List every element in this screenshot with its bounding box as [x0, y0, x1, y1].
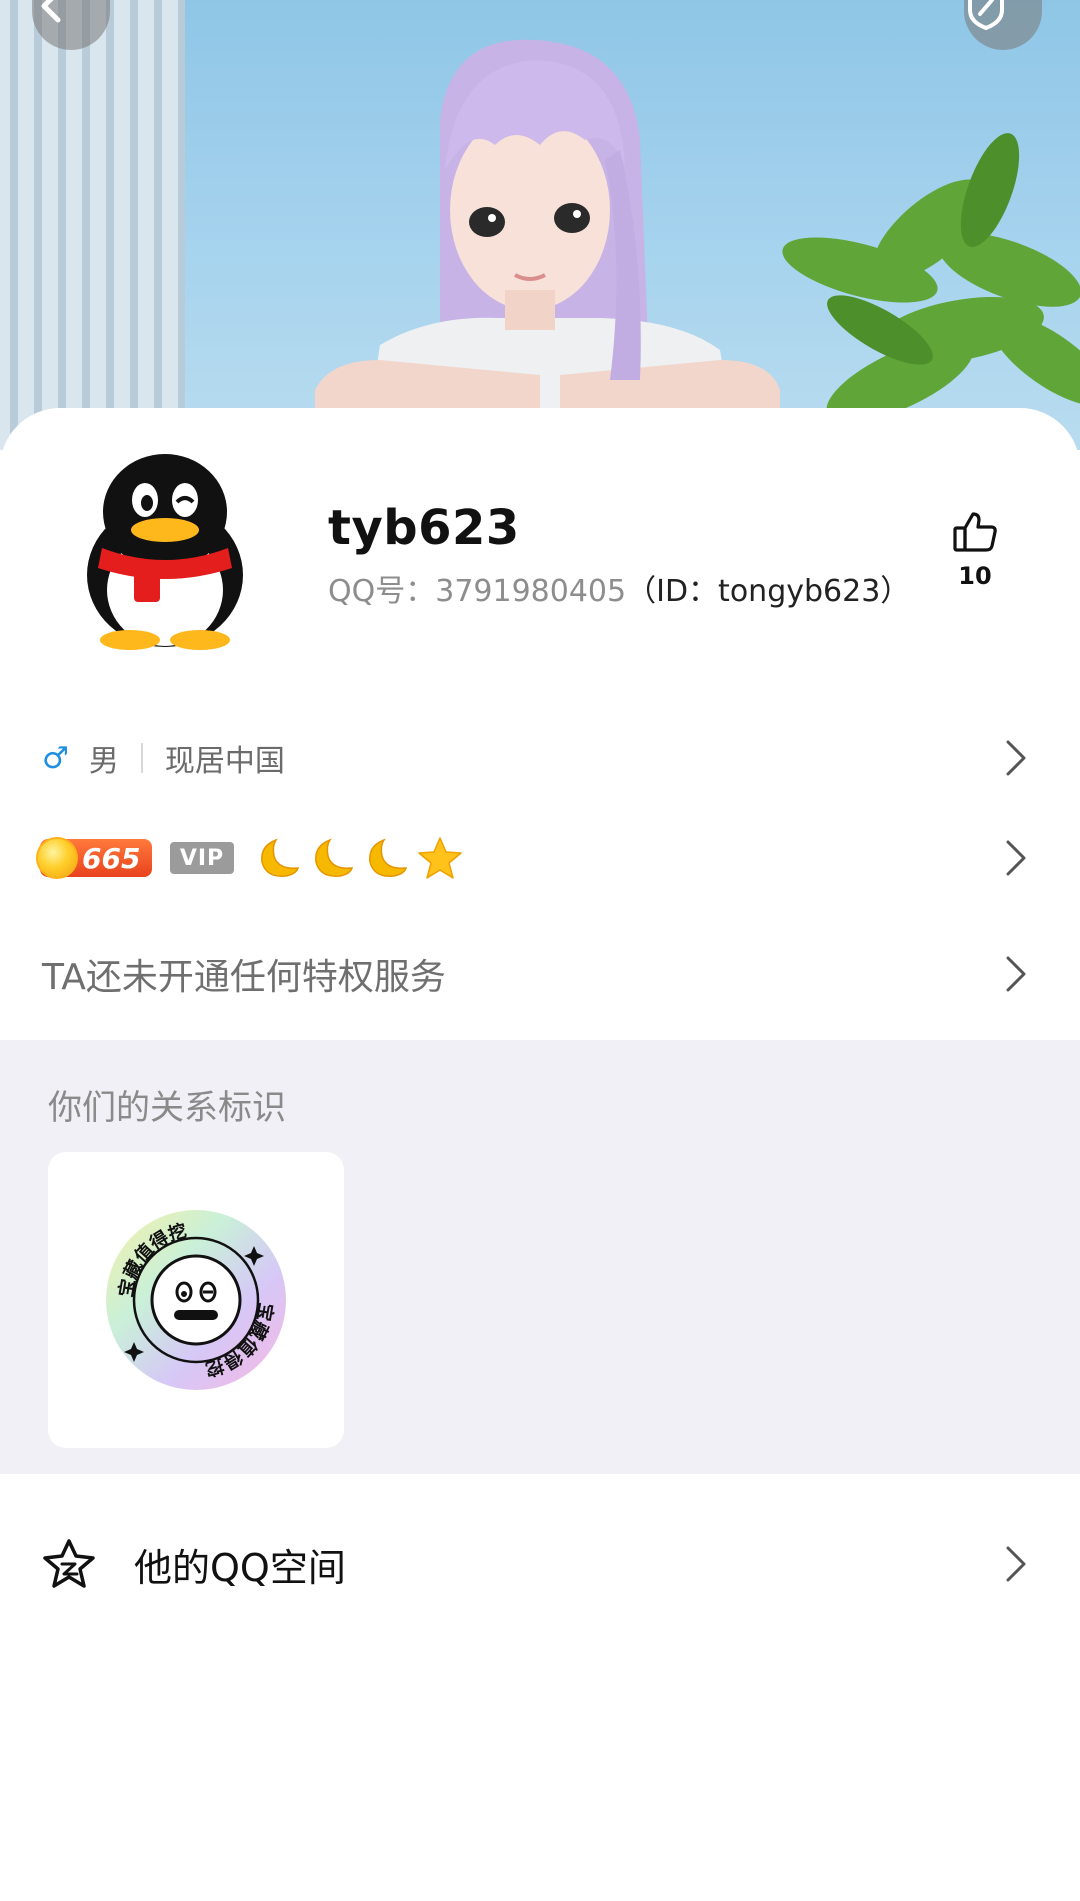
qzone-row[interactable]: 他的QQ空间 [0, 1504, 1080, 1624]
relation-title: 你们的关系标识 [48, 1088, 286, 1128]
moon-icon [315, 838, 354, 877]
chevron-right-icon [1006, 840, 1026, 876]
basic-info-row[interactable]: ♂ 男 现居中国 [0, 718, 1080, 798]
like-count: 10 [958, 562, 992, 590]
star-icon [418, 837, 462, 879]
vip-badge: VIP [170, 842, 234, 874]
avatar[interactable] [72, 450, 258, 650]
chevron-right-icon [1006, 956, 1026, 992]
cover-illustration [0, 0, 1080, 450]
location-text: 现居中国 [164, 744, 285, 779]
coin-icon [36, 837, 78, 879]
male-icon: ♂ [42, 740, 69, 776]
profile-card: tyb623 QQ号：3791980405（ID：tongyb623） 10 ♂… [0, 408, 1080, 1901]
divider [140, 743, 143, 773]
qq-number-label: QQ号：3791980405 [328, 574, 627, 609]
profile-cover-image [0, 0, 1080, 450]
qq-id-label: （ID：tongyb623） [626, 574, 911, 609]
nickname: tyb623 [328, 500, 520, 556]
level-row[interactable]: 665 VIP [0, 818, 1080, 898]
like-button[interactable]: 10 [945, 508, 1005, 590]
chevron-left-icon [41, 0, 61, 23]
relation-badge-card[interactable]: 宝藏值得挖掘 宝藏值得挖掘 [48, 1152, 344, 1448]
qq-number: QQ号：3791980405（ID：tongyb623） [328, 566, 910, 610]
relation-badge-icon: 宝藏值得挖掘 宝藏值得挖掘 [102, 1206, 286, 1390]
privilege-text: TA还未开通任何特权服务 [42, 957, 446, 998]
level-badge: 665 [36, 837, 152, 879]
moon-icon [261, 838, 300, 877]
level-number: 665 [82, 841, 141, 875]
chevron-right-icon [1006, 1546, 1026, 1582]
gender-text: 男 [88, 744, 119, 779]
level-icons [254, 835, 464, 881]
relation-section: 你们的关系标识 宝藏值得挖 宝藏值得挖 [0, 1040, 1080, 1474]
privilege-row[interactable]: TA还未开通任何特权服务 [0, 934, 1080, 1014]
qzone-label: 他的QQ空间 [134, 1545, 346, 1590]
chevron-right-icon [1006, 740, 1026, 776]
penguin-avatar-icon [87, 454, 243, 650]
moon-icon [369, 838, 408, 877]
qzone-star-icon [43, 1539, 95, 1588]
thumbs-up-icon [953, 512, 997, 552]
shield-icon [968, 0, 1004, 30]
